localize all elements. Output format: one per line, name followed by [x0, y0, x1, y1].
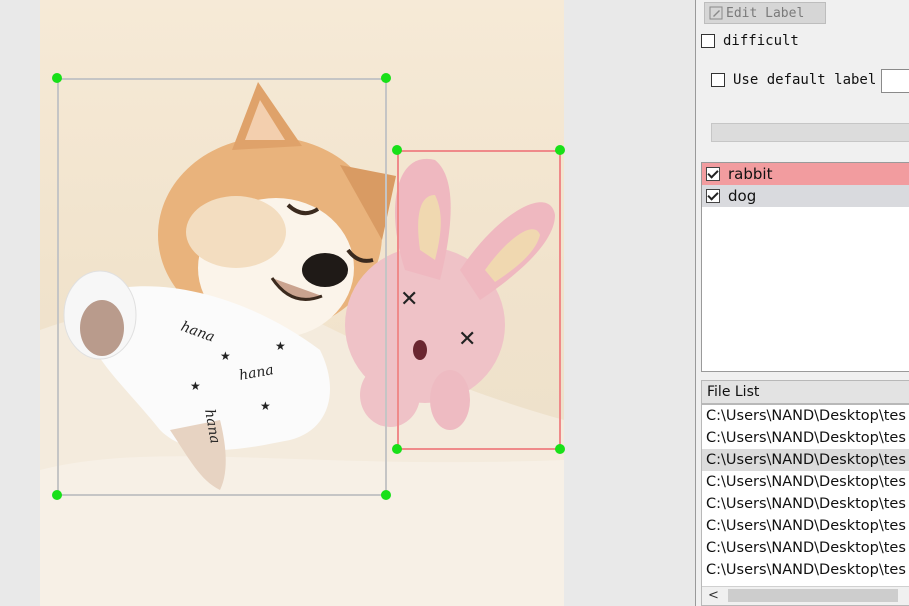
use-default-label-text: Use default label [733, 72, 877, 88]
use-default-label-row[interactable]: Use default label [711, 72, 876, 88]
scroll-left-arrow-icon[interactable]: < [708, 587, 719, 605]
edit-label-text: Edit Label [726, 5, 805, 21]
annotation-canvas[interactable]: ✕ ✕ hana hana hana ★ ★ ★ ★ [0, 0, 695, 606]
file-list[interactable]: C:\Users\NAND\Desktop\tes C:\Users\NAND\… [701, 404, 909, 606]
label-item-rabbit[interactable]: rabbit [702, 163, 909, 185]
file-list-item[interactable]: C:\Users\NAND\Desktop\tes [702, 515, 909, 537]
label-visibility-checkbox-rabbit[interactable] [706, 167, 720, 181]
file-list-title: File List [701, 380, 909, 404]
edit-pencil-icon [709, 6, 723, 20]
progress-bar [711, 123, 909, 142]
bounding-box-dog[interactable] [57, 78, 387, 496]
label-item-text: dog [728, 187, 757, 205]
label-item-text: rabbit [728, 165, 773, 183]
rabbit-box-handle-top-right[interactable] [555, 145, 565, 155]
difficult-checkbox-row[interactable]: difficult [701, 33, 799, 49]
label-visibility-checkbox-dog[interactable] [706, 189, 720, 203]
horizontal-scrollbar[interactable]: < [702, 586, 909, 605]
use-default-label-checkbox[interactable] [711, 73, 725, 87]
label-item-dog[interactable]: dog [702, 185, 909, 207]
dog-box-handle-bottom-left[interactable] [52, 490, 62, 500]
file-list-item[interactable]: C:\Users\NAND\Desktop\tes [702, 471, 909, 493]
bounding-box-rabbit[interactable] [397, 150, 561, 450]
rabbit-box-handle-top-left[interactable] [392, 145, 402, 155]
box-labels-dock: Edit Label difficult Use default label r… [695, 0, 909, 606]
difficult-checkbox[interactable] [701, 34, 715, 48]
edit-label-button[interactable]: Edit Label [704, 2, 826, 24]
file-list-item[interactable]: C:\Users\NAND\Desktop\tes [702, 405, 909, 427]
rabbit-box-handle-bottom-right[interactable] [555, 444, 565, 454]
file-list-item[interactable]: C:\Users\NAND\Desktop\tes [702, 537, 909, 559]
label-list[interactable]: rabbit dog [701, 162, 909, 372]
dog-box-handle-top-left[interactable] [52, 73, 62, 83]
file-list-item[interactable]: C:\Users\NAND\Desktop\tes [702, 559, 909, 581]
dog-box-handle-bottom-right[interactable] [381, 490, 391, 500]
difficult-label: difficult [723, 33, 799, 49]
rabbit-box-handle-bottom-left[interactable] [392, 444, 402, 454]
file-list-item[interactable]: C:\Users\NAND\Desktop\tes [702, 493, 909, 515]
file-list-item[interactable]: C:\Users\NAND\Desktop\tes [702, 427, 909, 449]
scrollbar-thumb[interactable] [728, 589, 898, 602]
default-label-input[interactable] [881, 69, 909, 93]
dog-box-handle-top-right[interactable] [381, 73, 391, 83]
file-list-item-selected[interactable]: C:\Users\NAND\Desktop\tes [702, 449, 909, 471]
